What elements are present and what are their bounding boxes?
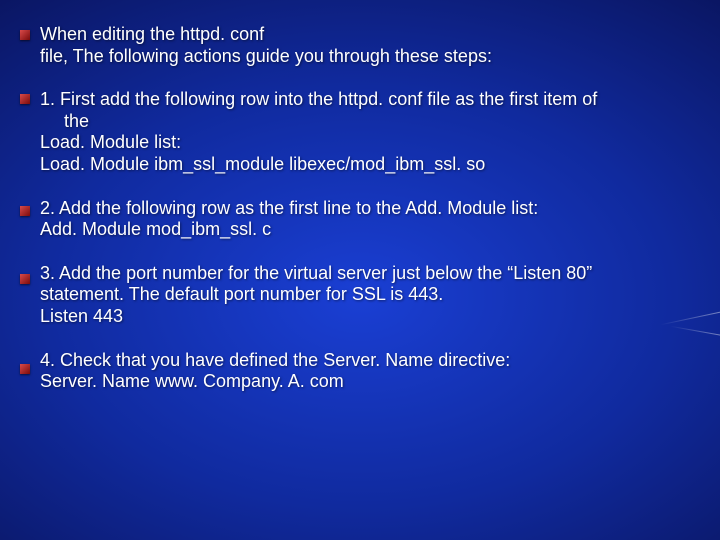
bullet-icon: [20, 30, 30, 40]
slide-content: When editing the httpd. conf file, The f…: [40, 24, 680, 415]
bullet-icon: [20, 274, 30, 284]
step-1: 1. First add the following row into the …: [40, 89, 680, 175]
intro-paragraph: When editing the httpd. conf file, The f…: [40, 24, 680, 67]
bullet-icon: [20, 206, 30, 216]
step-line: 3. Add the port number for the virtual s…: [40, 263, 680, 285]
step-line: 4. Check that you have defined the Serve…: [40, 350, 680, 372]
step-line: Load. Module ibm_ssl_module libexec/mod_…: [40, 154, 680, 176]
bullet-icon: [20, 364, 30, 374]
step-line: Add. Module mod_ibm_ssl. c: [40, 219, 680, 241]
step-line: Server. Name www. Company. A. com: [40, 371, 680, 393]
step-4: 4. Check that you have defined the Serve…: [40, 350, 680, 393]
step-line: Listen 443: [40, 306, 680, 328]
step-line: 2. Add the following row as the first li…: [40, 198, 680, 220]
step-2: 2. Add the following row as the first li…: [40, 198, 680, 241]
intro-line: When editing the httpd. conf: [40, 24, 680, 46]
step-line: Load. Module list:: [40, 132, 680, 154]
intro-line: file, The following actions guide you th…: [40, 46, 680, 68]
step-line: the: [40, 111, 680, 133]
step-line: 1. First add the following row into the …: [40, 89, 680, 111]
bullet-icon: [20, 94, 30, 104]
step-3: 3. Add the port number for the virtual s…: [40, 263, 680, 328]
step-line: statement. The default port number for S…: [40, 284, 680, 306]
